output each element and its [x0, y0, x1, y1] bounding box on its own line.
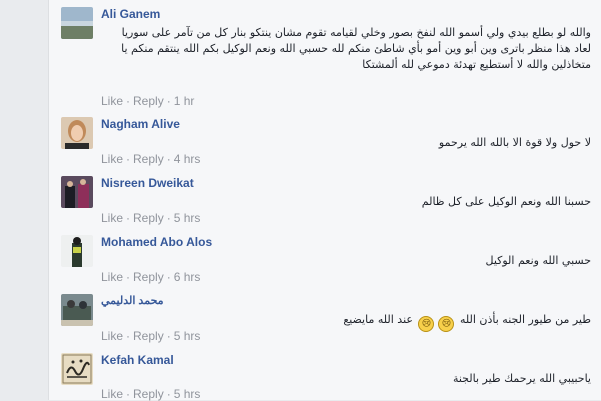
separator: ·	[166, 94, 171, 108]
avatar[interactable]	[61, 294, 93, 326]
comment-timestamp[interactable]: 6 hrs	[174, 270, 201, 284]
comment-item: Nagham Alive لا حول ولا قوة الا بالله ال…	[61, 117, 601, 167]
comment-text: حسبي الله ونعم الوكيل	[485, 254, 591, 267]
like-link[interactable]: Like	[101, 211, 123, 225]
like-link[interactable]: Like	[101, 152, 123, 166]
comment-item: Kefah Kamal ياحبيبي الله يرحمك طير بالجن…	[61, 353, 601, 401]
comment-timestamp[interactable]: 5 hrs	[174, 211, 201, 225]
comment-actions: Like · Reply · 4 hrs	[101, 152, 200, 166]
reply-link[interactable]: Reply	[133, 329, 164, 343]
comment-item: محمد الدليمي طير من طيور الجنه بأذن الله…	[61, 294, 601, 344]
avatar[interactable]	[61, 7, 93, 39]
comment-timestamp[interactable]: 5 hrs	[174, 329, 201, 343]
separator: ·	[126, 152, 131, 166]
separator: ·	[166, 387, 171, 401]
comment-author[interactable]: Kefah Kamal	[101, 353, 174, 367]
comment-text: لا حول ولا قوة الا بالله الله يرحمو	[438, 136, 591, 149]
comment-author[interactable]: Ali Ganem	[101, 7, 160, 21]
avatar[interactable]	[61, 235, 93, 267]
comment-text: والله لو بطلع بيدي ولي أسمو الله لنفخ بص…	[121, 26, 591, 71]
comment-timestamp[interactable]: 4 hrs	[174, 152, 201, 166]
separator: ·	[126, 329, 131, 343]
crying-face-icon: 😢	[438, 316, 455, 332]
avatar-photo-icon	[61, 7, 93, 39]
comment-text-after: عند الله مايضيع	[343, 313, 413, 326]
comment-actions: Like · Reply · 5 hrs	[101, 387, 200, 401]
reply-link[interactable]: Reply	[133, 152, 164, 166]
separator: ·	[166, 152, 171, 166]
comment-timestamp[interactable]: 5 hrs	[174, 387, 201, 401]
like-link[interactable]: Like	[101, 329, 123, 343]
comment-author[interactable]: Mohamed Abo Alos	[101, 235, 212, 249]
reply-link[interactable]: Reply	[133, 94, 164, 108]
separator: ·	[126, 94, 131, 108]
avatar-photo-icon	[61, 176, 93, 208]
like-link[interactable]: Like	[101, 94, 123, 108]
comment-item: Nisreen Dweikat حسبنا الله ونعم الوكيل ع…	[61, 176, 601, 226]
reply-link[interactable]: Reply	[133, 270, 164, 284]
comment-actions: Like · Reply · 1 hr	[101, 94, 194, 108]
avatar-calligraphy-icon	[61, 353, 93, 385]
reply-link[interactable]: Reply	[133, 387, 164, 401]
comment-author[interactable]: Nagham Alive	[101, 117, 180, 131]
comment-text: ياحبيبي الله يرحمك طير بالجنة	[452, 372, 591, 385]
avatar[interactable]	[61, 117, 93, 149]
avatar-photo-icon	[61, 235, 93, 267]
like-link[interactable]: Like	[101, 270, 123, 284]
comment-item: Ali Ganem والله لو بطلع بيدي ولي أسمو ال…	[61, 7, 601, 108]
comment-text-before: طير من طيور الجنه بأذن الله	[459, 313, 591, 326]
reply-link[interactable]: Reply	[133, 211, 164, 225]
separator: ·	[166, 270, 171, 284]
avatar-photo-icon	[61, 294, 93, 326]
comment-timestamp[interactable]: 1 hr	[174, 94, 195, 108]
separator: ·	[126, 270, 131, 284]
avatar[interactable]	[61, 353, 93, 385]
comment-author[interactable]: Nisreen Dweikat	[101, 176, 194, 190]
comment-item: Mohamed Abo Alos حسبي الله ونعم الوكيل L…	[61, 235, 601, 285]
comment-actions: Like · Reply · 5 hrs	[101, 329, 200, 343]
comment-actions: Like · Reply · 5 hrs	[101, 211, 200, 225]
separator: ·	[166, 329, 171, 343]
comment-text: حسبنا الله ونعم الوكيل على كل ظالم	[421, 195, 591, 208]
separator: ·	[126, 387, 131, 401]
separator: ·	[166, 211, 171, 225]
comment-actions: Like · Reply · 6 hrs	[101, 270, 200, 284]
avatar[interactable]	[61, 176, 93, 208]
avatar-photo-icon	[61, 117, 93, 149]
like-link[interactable]: Like	[101, 387, 123, 401]
separator: ·	[126, 211, 131, 225]
crying-face-icon: 😢	[418, 316, 435, 332]
comment-author[interactable]: محمد الدليمي	[101, 294, 164, 307]
